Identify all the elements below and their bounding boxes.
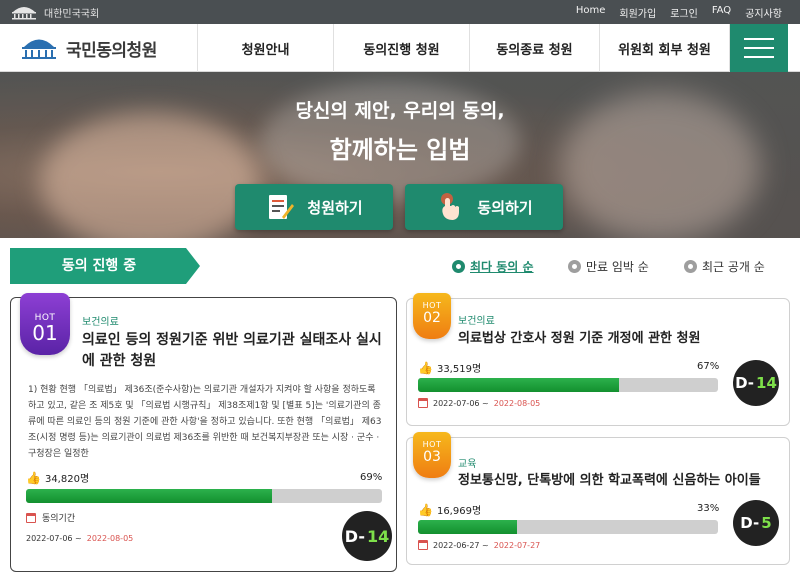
nav-petition-guide[interactable]: 청원안내 (198, 24, 334, 72)
agree-percent: 33% (697, 503, 720, 514)
assembly-name: 대한민국국회 (44, 8, 100, 20)
petition-title[interactable]: 의료법상 간호사 정원 기준 개정에 관한 청원 (458, 328, 778, 349)
agree-count: 👍 16,969명 (418, 502, 482, 518)
hot-rank-badge: HOT 02 (413, 293, 451, 339)
sort-recently-published[interactable]: 최근 공개 순 (684, 258, 765, 275)
petition-category: 보건의료 (82, 317, 119, 328)
nav-closed-petitions[interactable]: 동의종료 청원 (470, 24, 600, 72)
main-nav: 청원안내 동의진행 청원 동의종료 청원 위원회 회부 청원 (198, 24, 730, 72)
dday-badge: D- 14 (733, 360, 779, 406)
hero-tagline: 당신의 제안, 우리의 동의, (295, 100, 505, 122)
radio-icon (452, 260, 465, 273)
agree-percent: 67% (697, 361, 720, 372)
agree-petition-label: 동의하기 (477, 198, 533, 217)
thumbs-up-icon: 👍 (26, 470, 41, 485)
login-link[interactable]: 로그인 (670, 5, 698, 20)
agree-petition-button[interactable]: 동의하기 (405, 184, 563, 230)
assembly-dome-icon (22, 39, 56, 59)
agree-progress-bar (418, 520, 718, 534)
calendar-icon (418, 398, 428, 408)
sort-most-agreed[interactable]: 최다 동의 순 (452, 258, 534, 275)
sort-expiring-soon[interactable]: 만료 임박 순 (568, 258, 649, 275)
main-header: 국민동의청원 청원안내 동의진행 청원 동의종료 청원 위원회 회부 청원 (0, 24, 800, 72)
petition-dates: 2022-06-27 ~ 2022-07-27 (418, 540, 540, 550)
petition-category: 보건의료 (458, 316, 495, 327)
document-pen-icon (269, 195, 295, 219)
radio-icon (684, 260, 697, 273)
agree-count: 👍 33,519명 (418, 360, 482, 376)
hero-headline: 함께하는 입법 (329, 136, 471, 164)
menu-icon[interactable] (730, 24, 788, 72)
petition-title[interactable]: 정보통신망, 단톡방에 의한 학교폭력에 신음하는 아이들 (458, 470, 778, 491)
dday-badge: D- 14 (342, 511, 392, 561)
hot-rank-badge: HOT 03 (413, 432, 451, 478)
thumbs-up-icon: 👍 (418, 360, 433, 375)
petition-dates: 2022-07-06 ~ 2022-08-05 (26, 534, 134, 543)
petition-category: 교육 (458, 459, 477, 470)
section-title-tag: 동의 진행 중 (10, 248, 200, 284)
site-logo[interactable]: 국민동의청원 (8, 24, 198, 72)
agree-progress-bar (418, 378, 718, 392)
hot-rank-badge: HOT 01 (20, 293, 70, 355)
calendar-icon (418, 540, 428, 550)
nav-committee-petitions[interactable]: 위원회 회부 청원 (600, 24, 730, 72)
calendar-icon (26, 512, 36, 523)
agree-progress-bar (26, 489, 382, 503)
petition-summary: 1) 현황 현행 「의료법」 제36조(준수사항)는 의료기관 개설자가 지켜야… (28, 385, 382, 459)
signup-link[interactable]: 회원가입 (619, 5, 656, 20)
top-utility-bar: 대한민국국회 Home 회원가입 로그인 FAQ 공지사항 (0, 0, 800, 24)
agree-count: 👍 34,820명 (26, 470, 90, 486)
assembly-building-icon (12, 7, 36, 20)
submit-petition-button[interactable]: 청원하기 (235, 184, 393, 230)
utility-links: Home 회원가입 로그인 FAQ 공지사항 (576, 5, 782, 20)
nav-ongoing-petitions[interactable]: 동의진행 청원 (334, 24, 470, 72)
logo-text: 국민동의청원 (66, 40, 157, 61)
petition-title[interactable]: 의료인 등의 정원기준 위반 의료기관 실태조사 실시에 관한 청원 (82, 330, 382, 372)
petition-dates: 2022-07-06 ~ 2022-08-05 (418, 398, 540, 408)
hand-click-icon (441, 193, 460, 220)
radio-icon (568, 260, 581, 273)
home-link[interactable]: Home (576, 5, 606, 20)
period-label: 동의기간 (26, 511, 75, 524)
faq-link[interactable]: FAQ (712, 5, 731, 20)
national-assembly-logo[interactable]: 대한민국국회 (10, 4, 99, 20)
section-title: 동의 진행 중 (61, 258, 137, 274)
notice-link[interactable]: 공지사항 (745, 5, 782, 20)
dday-badge: D- 5 (733, 500, 779, 546)
agree-percent: 69% (360, 472, 383, 483)
submit-petition-label: 청원하기 (307, 198, 363, 217)
thumbs-up-icon: 👍 (418, 502, 433, 517)
hero-banner: 당신의 제안, 우리의 동의, 함께하는 입법 청원하기 동의하기 (0, 72, 800, 238)
